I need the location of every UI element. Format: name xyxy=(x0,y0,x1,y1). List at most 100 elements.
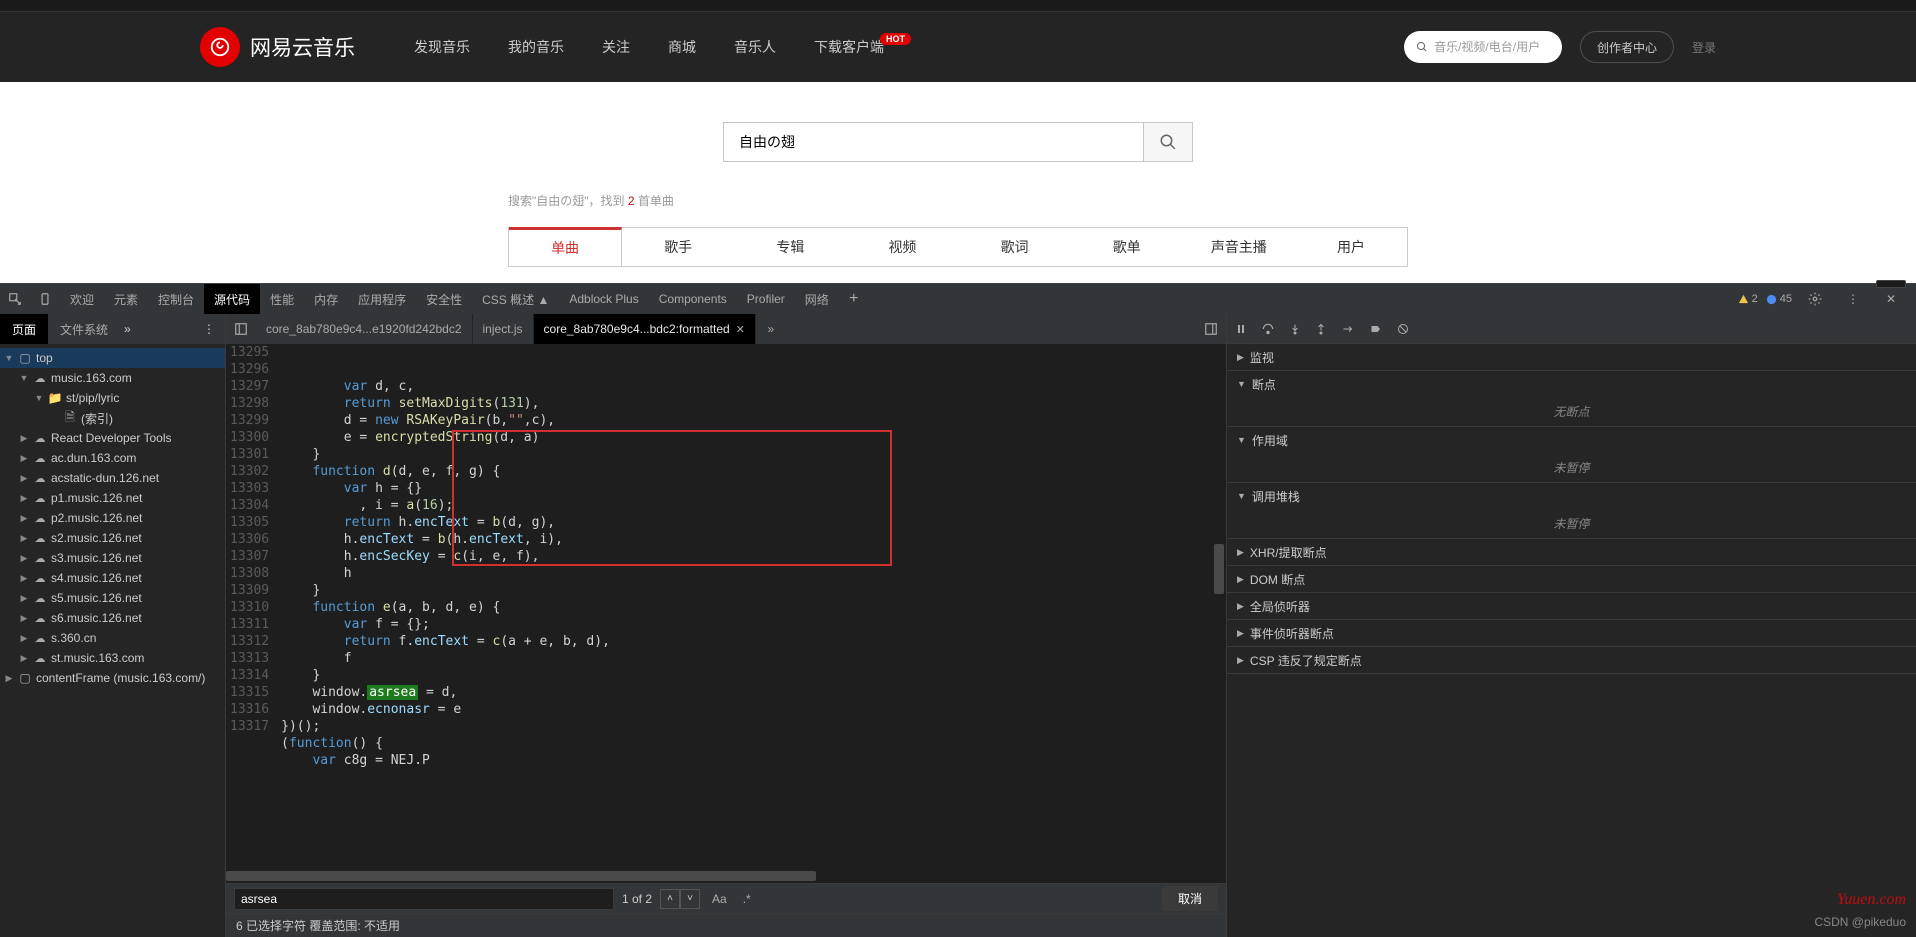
devtools-tab[interactable]: 性能 xyxy=(260,284,304,314)
brand-logo[interactable]: 网易云音乐 xyxy=(200,27,355,67)
editor-tab[interactable]: inject.js xyxy=(473,314,534,344)
add-tab-icon[interactable]: + xyxy=(839,284,869,314)
login-link[interactable]: 登录 xyxy=(1692,39,1716,56)
editor-tab[interactable]: core_8ab780e9c4...e1920fd242bdc2 xyxy=(256,314,473,344)
tree-item[interactable]: ☁s5.music.126.net xyxy=(0,588,225,608)
pause-on-exceptions-icon[interactable] xyxy=(1397,323,1409,335)
devtools-tab[interactable]: 网络 xyxy=(795,284,839,314)
creator-center-button[interactable]: 创作者中心 xyxy=(1580,31,1674,63)
tree-item[interactable]: ☁s.360.cn xyxy=(0,628,225,648)
step-over-icon[interactable] xyxy=(1261,322,1275,336)
step-into-icon[interactable] xyxy=(1289,323,1301,335)
tab-user[interactable]: 用户 xyxy=(1295,227,1407,266)
devtools-tab[interactable]: 安全性 xyxy=(416,284,472,314)
info-count[interactable]: 45 xyxy=(1766,293,1792,305)
tree-item[interactable]: ☁p1.music.126.net xyxy=(0,488,225,508)
step-icon[interactable] xyxy=(1341,323,1355,335)
code-content[interactable]: var d, c, return setMaxDigits(131), d = … xyxy=(277,344,1226,869)
devtools-tab[interactable]: 应用程序 xyxy=(348,284,416,314)
devtools-tab[interactable]: Profiler xyxy=(737,284,795,314)
close-devtools-icon[interactable]: ✕ xyxy=(1876,284,1906,314)
settings-icon[interactable] xyxy=(1800,284,1830,314)
page-search-button[interactable] xyxy=(1143,122,1193,162)
panel-header[interactable]: ▶CSP 违反了规定断点 xyxy=(1227,647,1916,673)
editor-search-bar: 1 of 2 ˄ ˅ Aa .* 取消 xyxy=(226,883,1226,913)
code-area[interactable]: 1329513296132971329813299133001330113302… xyxy=(226,344,1226,869)
search-case-toggle[interactable]: Aa xyxy=(708,892,731,906)
panel-header[interactable]: ▼调用堆栈 xyxy=(1227,483,1916,509)
devtools-tab[interactable]: Components xyxy=(649,284,737,314)
navigator-menu-icon[interactable]: ⋮ xyxy=(193,322,225,336)
more-menu-icon[interactable]: ⋮ xyxy=(1838,284,1868,314)
tree-item[interactable]: 📁st/pip/lyric xyxy=(0,388,225,408)
close-tab-icon[interactable]: ✕ xyxy=(736,323,745,336)
navigator-more-icon[interactable]: » xyxy=(124,322,131,336)
panel-header[interactable]: ▶全局侦听器 xyxy=(1227,593,1916,619)
tree-item[interactable]: 🗎(索引) xyxy=(0,408,225,428)
panel-header[interactable]: ▶XHR/提取断点 xyxy=(1227,539,1916,565)
device-toggle-icon[interactable] xyxy=(30,284,60,314)
tree-item[interactable]: ☁s4.music.126.net xyxy=(0,568,225,588)
tab-voice[interactable]: 声音主播 xyxy=(1183,227,1295,266)
inspect-element-icon[interactable] xyxy=(0,284,30,314)
search-regex-toggle[interactable]: .* xyxy=(739,892,755,906)
devtools-tab[interactable]: Adblock Plus xyxy=(559,284,648,314)
panel-header[interactable]: ▶事件侦听器断点 xyxy=(1227,620,1916,646)
page-search-input[interactable] xyxy=(723,122,1143,162)
tree-item[interactable]: ☁music.163.com xyxy=(0,368,225,388)
search-cancel-button[interactable]: 取消 xyxy=(1162,886,1218,911)
search-input[interactable] xyxy=(234,888,614,910)
pause-icon[interactable] xyxy=(1235,323,1247,335)
editor-scrollbar-horizontal[interactable] xyxy=(226,869,1226,883)
devtools-tab[interactable]: 元素 xyxy=(104,284,148,314)
tab-lyric[interactable]: 歌词 xyxy=(959,227,1071,266)
tree-item[interactable]: ☁ac.dun.163.com xyxy=(0,448,225,468)
panel-header[interactable]: ▼作用域 xyxy=(1227,427,1916,453)
tab-album[interactable]: 专辑 xyxy=(734,227,846,266)
tree-item[interactable]: ☁s6.music.126.net xyxy=(0,608,225,628)
file-tree[interactable]: ▢top☁music.163.com📁st/pip/lyric🗎(索引)☁Rea… xyxy=(0,344,225,937)
search-prev-button[interactable]: ˄ xyxy=(660,889,680,909)
navigator-tab-filesystem[interactable]: 文件系统 xyxy=(48,314,120,344)
panel-header[interactable]: ▶DOM 断点 xyxy=(1227,566,1916,592)
editor-tab[interactable]: core_8ab780e9c4...bdc2:formatted✕ xyxy=(534,314,756,344)
tab-video[interactable]: 视频 xyxy=(846,227,958,266)
devtools-tab[interactable]: CSS 概述 ▲ xyxy=(472,284,559,314)
nav-store[interactable]: 商城 xyxy=(649,12,715,82)
devtools-drag-handle[interactable] xyxy=(1876,280,1906,288)
tree-item[interactable]: ☁s2.music.126.net xyxy=(0,528,225,548)
panel-header[interactable]: ▶监视 xyxy=(1227,344,1916,370)
panel-header[interactable]: ▼断点 xyxy=(1227,371,1916,397)
devtools-tab[interactable]: 源代码 xyxy=(204,284,260,314)
step-out-icon[interactable] xyxy=(1315,323,1327,335)
tab-playlist[interactable]: 歌单 xyxy=(1071,227,1183,266)
devtools-tab[interactable]: 控制台 xyxy=(148,284,204,314)
toggle-debugger-icon[interactable] xyxy=(1196,322,1226,336)
nav-download[interactable]: 下载客户端 HOT xyxy=(795,12,903,82)
toggle-navigator-icon[interactable] xyxy=(226,322,256,336)
tree-item[interactable]: ☁st.music.163.com xyxy=(0,648,225,668)
deactivate-breakpoints-icon[interactable] xyxy=(1369,323,1383,335)
devtools-tab[interactable]: 欢迎 xyxy=(60,284,104,314)
page-search-form xyxy=(508,122,1408,162)
tree-item[interactable]: ▢contentFrame (music.163.com/) xyxy=(0,668,225,688)
header-search[interactable] xyxy=(1404,31,1562,63)
devtools-tab[interactable]: 内存 xyxy=(304,284,348,314)
more-tabs-icon[interactable]: » xyxy=(756,322,786,336)
navigator-tab-page[interactable]: 页面 xyxy=(0,314,48,344)
warning-count[interactable]: 2 xyxy=(1738,293,1758,305)
nav-follow[interactable]: 关注 xyxy=(583,12,649,82)
tree-item[interactable]: ☁acstatic-dun.126.net xyxy=(0,468,225,488)
tab-artist[interactable]: 歌手 xyxy=(622,227,734,266)
nav-musician[interactable]: 音乐人 xyxy=(715,12,795,82)
tree-item[interactable]: ☁React Developer Tools xyxy=(0,428,225,448)
tree-item[interactable]: ☁p2.music.126.net xyxy=(0,508,225,528)
tree-item[interactable]: ☁s3.music.126.net xyxy=(0,548,225,568)
nav-my-music[interactable]: 我的音乐 xyxy=(489,12,583,82)
editor-scrollbar-vertical[interactable] xyxy=(1212,344,1226,869)
search-next-button[interactable]: ˅ xyxy=(680,889,700,909)
tab-song[interactable]: 单曲 xyxy=(509,227,622,266)
header-search-input[interactable] xyxy=(1434,40,1550,54)
tree-item[interactable]: ▢top xyxy=(0,348,225,368)
nav-discover[interactable]: 发现音乐 xyxy=(395,12,489,82)
